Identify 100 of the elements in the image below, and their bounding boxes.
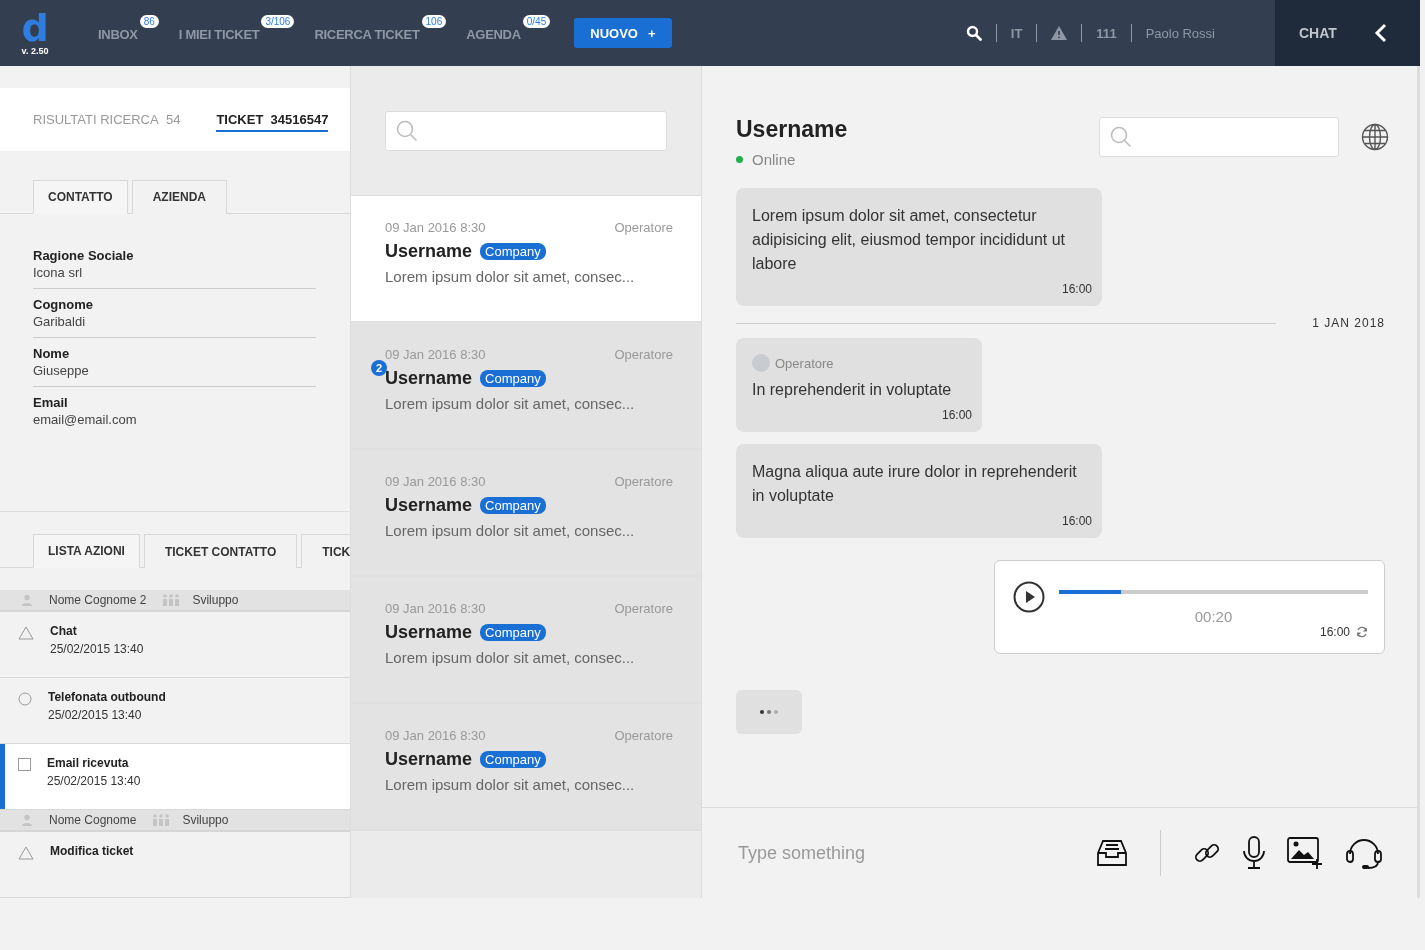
actions-tab[interactable]: TICKET CONTATTO [143, 534, 298, 568]
company-tag: Company [480, 497, 546, 514]
avatar-icon [752, 354, 770, 372]
action-title: Modifica ticket [50, 844, 134, 858]
audio-duration: 00:20 [1193, 608, 1234, 625]
message-text: Magna aliqua aute irure dolor in reprehenderit in voluptate [752, 462, 1078, 506]
conversation-date: 09 Jan 2016 8:30 [385, 728, 486, 743]
refresh-icon[interactable] [1356, 626, 1368, 638]
operator-label: Operatore [614, 220, 673, 235]
field-value: email@email.com [33, 411, 138, 427]
action-time: 25/02/2015 13:40 [47, 774, 141, 788]
conversation-item[interactable]: 09 Jan 2016 8:30 Operatore Username Company Lorem ipsum dolor sit amet, consec... [351, 450, 701, 577]
headset-icon[interactable] [1345, 836, 1383, 870]
field-label: Nome [33, 345, 71, 361]
person-icon [21, 594, 33, 606]
message-preview: Lorem ipsum dolor sit amet, consec... [385, 776, 636, 793]
chat-search-field[interactable] [1099, 117, 1339, 157]
operator-label: Operatore [614, 347, 673, 362]
user-name[interactable]: Paolo Rossi [1145, 25, 1215, 41]
message-text: In reprehenderit in voluptate [752, 380, 953, 400]
search-icon [1110, 126, 1132, 148]
message-preview: Lorem ipsum dolor sit amet, consec... [385, 268, 636, 285]
company-tag: Company [480, 624, 546, 641]
company-tag: Company [480, 370, 546, 387]
search-icon [396, 119, 418, 142]
typing-indicator [736, 690, 802, 734]
nav-link[interactable]: RICERCA TICKET [314, 26, 420, 42]
count-badge: 106 [421, 14, 447, 28]
actions-tab[interactable]: LISTA AZIONI [33, 534, 140, 568]
count-badge: 86 [139, 14, 159, 28]
operator-label: Operatore [614, 601, 673, 616]
field-label: Email [33, 394, 69, 410]
contact-name: Username [385, 495, 473, 516]
team-icon [162, 594, 181, 606]
nav-link[interactable]: INBOX [98, 26, 138, 42]
chat-title: CHAT [1299, 25, 1337, 41]
extension-number: 111 [1096, 25, 1117, 41]
message-input[interactable]: Type something [736, 841, 1076, 865]
conversation-date: 09 Jan 2016 8:30 [385, 347, 486, 362]
contact-tab[interactable]: CONTATTO [33, 179, 128, 214]
nav-link[interactable]: AGENDA [466, 26, 521, 42]
add-image-icon[interactable] [1287, 837, 1325, 869]
person-icon [21, 814, 33, 826]
field-value: Garibaldi [33, 313, 87, 329]
chevron-left-icon[interactable] [1374, 23, 1388, 43]
play-icon[interactable] [1013, 581, 1045, 613]
team-icon [152, 814, 171, 826]
microphone-icon[interactable] [1241, 836, 1267, 870]
message-time: 16:00 [1319, 625, 1350, 639]
contact-tab[interactable]: AZIENDA [131, 179, 227, 214]
message-preview: Lorem ipsum dolor sit amet, consec... [385, 395, 636, 412]
message-time: 16:00 [1060, 514, 1092, 528]
conversation-item[interactable]: 09 Jan 2016 8:30 Operatore Username Company Lorem ipsum dolor sit amet, consec... [351, 196, 701, 323]
language-selector[interactable]: IT [1010, 25, 1023, 41]
globe-icon[interactable] [1361, 123, 1389, 151]
action-title: Telefonata outbound [48, 690, 166, 704]
count-badge: 3/106 [261, 14, 295, 28]
conversation-date: 09 Jan 2016 8:30 [385, 601, 486, 616]
contact-name: Username [385, 368, 473, 389]
company-tag: Company [480, 751, 546, 768]
actions-tab[interactable]: TICK [301, 534, 350, 568]
circle-icon [18, 692, 32, 706]
contact-name: Username [385, 241, 473, 262]
message-preview: Lorem ipsum dolor sit amet, consec... [385, 522, 636, 539]
warning-icon[interactable] [1051, 26, 1068, 40]
action-item[interactable]: Email ricevuta 25/02/2015 13:40 [0, 744, 350, 810]
audio-progress-track[interactable] [1059, 590, 1368, 594]
action-time: 25/02/2015 13:40 [48, 708, 143, 722]
contact-name: Username [385, 749, 473, 770]
operator-name: Nome Cognome [49, 813, 137, 827]
chat-contact-name: Username [736, 116, 848, 143]
status-label: Online [752, 151, 796, 168]
triangle-icon [18, 626, 34, 640]
action-time: 25/02/2015 13:40 [50, 642, 144, 656]
field-label: Ragione Sociale [33, 247, 135, 263]
conversation-date: 09 Jan 2016 8:30 [385, 220, 486, 235]
conversation-item[interactable]: 09 Jan 2016 8:30 Operatore Username Company Lorem ipsum dolor sit amet, consec... [351, 704, 701, 831]
team-name: Sviluppo [182, 813, 229, 827]
field-value: Icona srl [33, 264, 84, 280]
search-icon[interactable] [965, 25, 982, 41]
date-divider: 1 JAN 2018 [1312, 316, 1385, 330]
conversation-item[interactable]: 09 Jan 2016 8:30 Operatore Username Company Lorem ipsum dolor sit amet, consec... [351, 577, 701, 704]
new-button[interactable]: NUOVO + [574, 18, 672, 48]
contact-name: Username [385, 622, 473, 643]
version-label: v. 2.50 [21, 46, 49, 56]
message-time: 16:00 [1060, 282, 1092, 296]
ticket-tab[interactable]: TICKET 34516547 [216, 106, 329, 133]
field-label: Cognome [33, 296, 94, 312]
triangle-icon [18, 846, 34, 860]
team-name: Sviluppo [192, 593, 239, 607]
inbox-tray-icon[interactable] [1096, 839, 1128, 867]
message-text: Lorem ipsum dolor sit amet, consectetur adipisicing elit, eiusmod tempor incididunt ut labore [752, 206, 1067, 274]
action-title: Email ricevuta [47, 756, 130, 770]
operator-label: Operatore [614, 474, 673, 489]
nav-link[interactable]: I MIEI TICKET [178, 26, 260, 42]
company-tag: Company [480, 243, 546, 260]
message-preview: Lorem ipsum dolor sit amet, consec... [385, 649, 636, 666]
count-badge: 0/45 [522, 14, 551, 28]
search-field[interactable] [385, 110, 667, 151]
message-author: Operatore [775, 355, 834, 371]
